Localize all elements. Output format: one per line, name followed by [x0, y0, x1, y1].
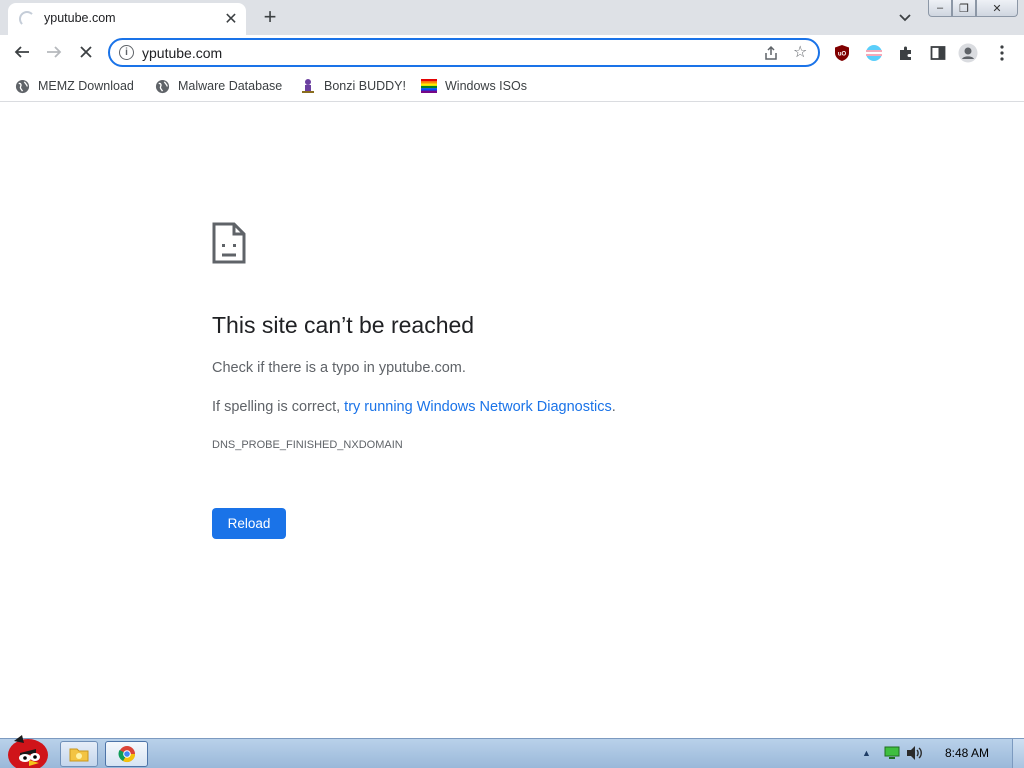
taskbar-chrome-button[interactable]	[105, 741, 148, 767]
network-icon[interactable]	[884, 746, 900, 760]
globe-icon	[14, 78, 30, 94]
bookmark-label: Malware Database	[178, 79, 283, 93]
tab-close-icon[interactable]: ✕	[222, 10, 240, 28]
diagnostics-prefix: If spelling is correct,	[212, 399, 345, 415]
window-maximize-button[interactable]: ❐	[952, 0, 976, 17]
reload-button[interactable]: Reload	[212, 508, 286, 539]
tray-expand-icon[interactable]: ▲	[862, 748, 871, 758]
error-code: DNS_PROBE_FINISHED_NXDOMAIN	[212, 439, 403, 451]
window-minimize-button[interactable]: –	[928, 0, 952, 17]
bookmarks-bar: MEMZ Download Malware Database Bonzi BUD…	[0, 70, 1024, 102]
stop-loading-icon[interactable]	[72, 38, 100, 66]
bookmark-malware-database[interactable]: Malware Database	[154, 76, 282, 96]
bookmark-label: Windows ISOs	[445, 79, 527, 93]
side-panel-icon[interactable]	[928, 43, 948, 63]
show-desktop-button[interactable]	[1012, 739, 1024, 768]
extension-globe-icon[interactable]	[864, 43, 884, 63]
bookmark-star-icon[interactable]: ☆	[793, 42, 807, 62]
menu-kebab-icon[interactable]	[992, 43, 1012, 63]
address-bar-url[interactable]: yputube.com	[142, 45, 222, 61]
bonzi-icon	[300, 78, 316, 94]
tab-search-chevron-down-icon[interactable]	[895, 8, 915, 28]
volume-icon[interactable]	[906, 745, 924, 761]
tab-strip: yputube.com ✕ + – ❐ ✕	[0, 0, 1024, 35]
bookmark-bonzi-buddy[interactable]: Bonzi BUDDY!	[300, 76, 406, 96]
bookmark-label: Bonzi BUDDY!	[324, 79, 406, 93]
rainbow-flag-icon	[421, 78, 437, 94]
folder-icon	[69, 748, 89, 762]
error-diagnostics-line: If spelling is correct, try running Wind…	[212, 399, 616, 415]
globe-icon	[154, 78, 170, 94]
extensions-puzzle-icon[interactable]	[896, 43, 916, 63]
address-bar[interactable]: i yputube.com ☆	[108, 38, 820, 67]
share-icon[interactable]	[762, 44, 780, 62]
ublock-origin-icon[interactable]: uO	[832, 43, 852, 63]
start-button[interactable]	[4, 731, 50, 768]
bookmark-label: MEMZ Download	[38, 79, 134, 93]
system-clock[interactable]: 8:48 AM	[945, 746, 989, 760]
sad-document-icon	[212, 222, 246, 264]
bookmark-windows-isos[interactable]: Windows ISOs	[421, 76, 527, 96]
error-title: This site can’t be reached	[212, 312, 475, 338]
bookmark-memz-download[interactable]: MEMZ Download	[14, 76, 134, 96]
svg-text:uO: uO	[838, 52, 847, 58]
profile-avatar-icon[interactable]	[958, 43, 978, 63]
chrome-icon	[118, 746, 135, 763]
loading-spinner-icon	[19, 11, 35, 27]
new-tab-button[interactable]: +	[258, 4, 282, 29]
diagnostics-suffix: .	[611, 399, 616, 415]
window-close-button[interactable]: ✕	[976, 0, 1018, 17]
taskbar: ▲ 8:48 AM	[0, 735, 1024, 768]
browser-toolbar: i yputube.com ☆ uO	[0, 35, 1024, 70]
network-diagnostics-link[interactable]: try running Windows Network Diagnostics	[344, 399, 612, 415]
active-tab[interactable]: yputube.com ✕	[8, 3, 246, 35]
back-arrow-icon[interactable]	[8, 38, 36, 66]
site-info-icon[interactable]: i	[119, 45, 134, 60]
tab-title: yputube.com	[44, 11, 116, 25]
taskbar-explorer-button[interactable]	[60, 741, 98, 767]
error-typo-hint: Check if there is a typo in yputube.com.	[212, 360, 466, 376]
forward-arrow-icon[interactable]	[40, 38, 68, 66]
